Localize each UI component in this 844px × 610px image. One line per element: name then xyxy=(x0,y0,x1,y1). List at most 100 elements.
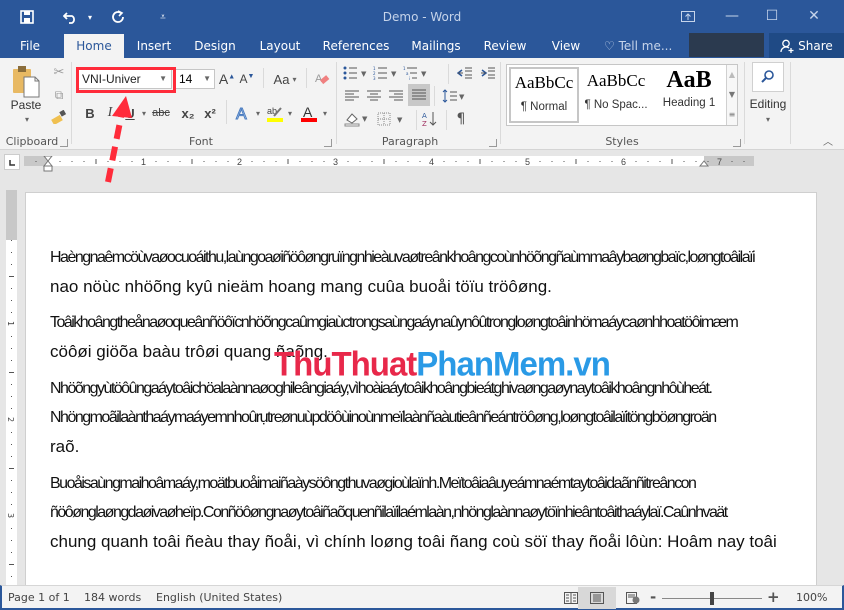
increase-indent-button[interactable] xyxy=(478,64,498,82)
tab-review[interactable]: Review xyxy=(482,34,528,58)
text-effects-button[interactable]: A xyxy=(232,102,254,124)
tell-me-box[interactable]: ♡ Tell me... xyxy=(604,34,672,58)
font-size-combobox[interactable]: 14 ▼ xyxy=(175,69,215,89)
tab-selector[interactable] xyxy=(4,154,20,170)
styles-dialog-launcher[interactable] xyxy=(733,139,741,147)
save-button[interactable] xyxy=(14,6,40,28)
editing-button[interactable]: Editing xyxy=(746,96,790,112)
tab-design[interactable]: Design xyxy=(190,34,240,58)
shrink-font-button[interactable]: A▼ xyxy=(238,70,256,88)
editing-dropdown-icon[interactable]: ▾ xyxy=(762,114,774,124)
find-button[interactable] xyxy=(752,62,784,92)
redo-button[interactable] xyxy=(106,6,130,28)
line-spacing-button[interactable]: ▼ xyxy=(440,87,468,105)
ruler-number: 4 xyxy=(429,157,434,167)
superscript-button[interactable]: x² xyxy=(200,103,220,123)
zoom-in-button[interactable]: + xyxy=(767,588,780,606)
justify-button[interactable] xyxy=(408,84,430,106)
ruler-tick xyxy=(11,396,12,397)
zoom-level[interactable]: 100% xyxy=(796,591,827,604)
paste-button[interactable] xyxy=(10,64,42,100)
shading-icon: ▼ xyxy=(344,113,368,127)
ruler-tick xyxy=(11,264,12,265)
document-paragraph[interactable]: Haèng naêm cöù vaøo cuoái thu, laù ngoaø… xyxy=(50,243,780,301)
copy-button[interactable]: ⧉ xyxy=(50,86,68,104)
ruler-number: 1 xyxy=(141,157,146,167)
strikethrough-button[interactable]: abc xyxy=(148,103,174,123)
tab-file[interactable]: File xyxy=(12,34,48,58)
zoom-out-button[interactable]: - xyxy=(650,588,656,606)
font-size-dropdown-icon[interactable]: ▼ xyxy=(203,70,211,88)
align-right-button[interactable] xyxy=(387,87,405,105)
document-paragraph[interactable]: Nhöõng yù töôûng aáy toâi chöa laàn naøo… xyxy=(50,374,780,461)
close-button[interactable]: ✕ xyxy=(794,4,834,28)
bold-button[interactable]: B xyxy=(82,103,98,123)
tab-home[interactable]: Home xyxy=(64,34,124,58)
font-color-dropdown-icon[interactable]: ▾ xyxy=(320,103,330,123)
print-layout-button[interactable] xyxy=(578,587,616,609)
style-no-spacing[interactable]: AaBbCc ¶ No Spac... xyxy=(581,67,651,123)
style-normal[interactable]: AaBbCc ¶ Normal xyxy=(509,67,579,123)
bullets-button[interactable]: ▼ xyxy=(342,64,370,82)
ruler-tick xyxy=(11,360,12,361)
print-layout-icon xyxy=(590,592,604,604)
multilevel-list-button[interactable]: 1 a i ▼ xyxy=(402,64,430,82)
tab-insert[interactable]: Insert xyxy=(132,34,176,58)
font-dialog-launcher[interactable] xyxy=(324,139,332,147)
clipboard-dialog-launcher[interactable] xyxy=(60,139,68,147)
ribbon-display-options-button[interactable] xyxy=(668,4,708,28)
sort-button[interactable]: AZ xyxy=(420,110,440,128)
document-page[interactable]: Haèng naêm cöù vaøo cuoái thu, laù ngoaø… xyxy=(25,192,817,585)
web-layout-button[interactable] xyxy=(614,587,652,609)
cut-button[interactable]: ✂ xyxy=(50,63,68,81)
account-area[interactable] xyxy=(689,33,764,57)
numbering-button[interactable]: 1 2 3 ▼ xyxy=(372,64,400,82)
paste-label[interactable]: Paste xyxy=(8,98,44,112)
document-paragraph[interactable]: Buoåi saùng mai hoâm aáy, moät buoåi mai… xyxy=(50,469,780,556)
share-button[interactable]: Share xyxy=(769,33,844,58)
tab-layout[interactable]: Layout xyxy=(254,34,306,58)
grow-font-button[interactable]: A▲ xyxy=(218,70,236,88)
styles-more[interactable]: ≡ xyxy=(726,105,737,125)
tab-view[interactable]: View xyxy=(546,34,586,58)
borders-button[interactable]: ▼ xyxy=(375,110,409,128)
change-case-button[interactable]: Aa ▾ xyxy=(268,70,302,88)
zoom-slider-thumb[interactable] xyxy=(710,592,714,605)
clear-formatting-button[interactable]: A xyxy=(312,70,332,88)
web-layout-icon xyxy=(626,592,640,604)
ruler-tick xyxy=(359,161,361,162)
customize-qat-button[interactable]: ⩡ xyxy=(155,6,171,28)
font-color-button[interactable]: A xyxy=(298,102,320,124)
align-center-button[interactable] xyxy=(365,87,383,105)
ruler-tick xyxy=(419,161,421,162)
paste-dropdown-icon[interactable]: ▾ xyxy=(20,114,34,124)
ruler-tick xyxy=(263,161,265,162)
style-heading-1[interactable]: AaB Heading 1 xyxy=(653,67,725,123)
vertical-ruler[interactable]: 1 2 3 xyxy=(6,190,17,585)
subscript-button[interactable]: x₂ xyxy=(178,103,198,123)
decrease-indent-button[interactable] xyxy=(455,64,475,82)
tab-mailings[interactable]: Mailings xyxy=(406,34,466,58)
page-count[interactable]: Page 1 of 1 xyxy=(8,591,70,604)
underline-button[interactable]: U xyxy=(122,103,138,123)
language[interactable]: English (United States) xyxy=(156,591,282,604)
paragraph-dialog-launcher[interactable] xyxy=(489,139,497,147)
undo-button[interactable] xyxy=(58,6,84,28)
tab-references[interactable]: References xyxy=(322,34,390,58)
collapse-ribbon-button[interactable]: ︿ xyxy=(820,134,836,148)
highlight-dropdown-icon[interactable]: ▾ xyxy=(285,103,295,123)
format-painter-button[interactable] xyxy=(50,108,68,126)
highlight-button[interactable]: ab xyxy=(264,102,286,124)
shading-button[interactable]: ▼ xyxy=(343,110,371,128)
text-effects-dropdown-icon[interactable]: ▾ xyxy=(253,103,263,123)
undo-dropdown[interactable]: ▾ xyxy=(84,6,96,28)
styles-scroll-up[interactable]: ▲ xyxy=(726,65,737,85)
minimize-button[interactable]: — xyxy=(712,4,752,28)
show-formatting-marks-button[interactable]: ¶ xyxy=(452,110,470,128)
styles-scroll-down[interactable]: ▼ xyxy=(726,85,737,105)
ruler-tick xyxy=(455,161,457,162)
italic-button[interactable]: I xyxy=(102,103,118,123)
align-left-button[interactable] xyxy=(343,87,361,105)
maximize-button[interactable]: ☐ xyxy=(752,4,792,28)
word-count[interactable]: 184 words xyxy=(84,591,141,604)
